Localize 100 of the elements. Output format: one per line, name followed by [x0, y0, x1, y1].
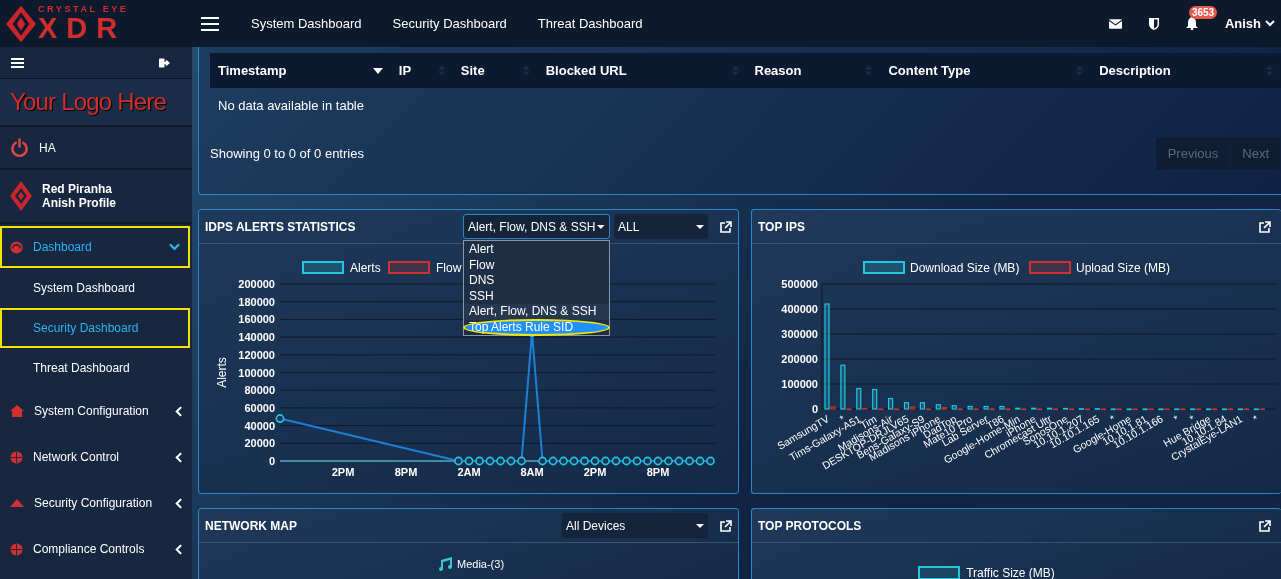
nav-link[interactable]: System Dashboard — [251, 16, 362, 31]
column-header[interactable]: Description — [1091, 63, 1281, 78]
data-point — [632, 456, 642, 466]
x-axis-tick: 8AM — [520, 466, 544, 478]
external-link-icon[interactable] — [720, 220, 732, 233]
nav-link[interactable]: Threat Dashboard — [537, 16, 643, 31]
column-header[interactable]: Blocked URL — [537, 63, 747, 78]
caret-icon — [696, 523, 704, 528]
legend-swatch[interactable] — [863, 261, 905, 274]
legend-swatch[interactable] — [302, 261, 344, 274]
chevron-left-icon — [175, 497, 182, 509]
submenu-item[interactable]: Threat Dashboard — [0, 348, 190, 388]
panel-title: TOP IPS — [758, 219, 806, 234]
globe-icon — [10, 542, 23, 556]
data-point — [695, 456, 705, 466]
sidebar-item-label: Dashboard — [33, 240, 93, 254]
empty-table-message: No data available in table — [217, 97, 365, 115]
y-axis-tick: 300000 — [781, 328, 818, 340]
y-axis-tick: 60000 — [244, 401, 275, 414]
x-axis-tick: 2AM — [457, 466, 481, 478]
x-axis-label: * — [1250, 412, 1261, 425]
y-axis-tick: 100000 — [781, 378, 818, 390]
column-label: Blocked URL — [545, 63, 627, 78]
column-header[interactable]: Reason — [746, 63, 881, 78]
y-axis-tick: 120000 — [238, 348, 275, 361]
x-axis-tick: 2PM — [331, 466, 355, 478]
sidebar-item-label: Network Control — [33, 450, 121, 464]
dropdown-option[interactable]: Alert — [464, 242, 609, 258]
logout-icon[interactable] — [159, 57, 170, 68]
sidebar-item-label: Security Configuration — [34, 496, 154, 510]
y-axis-tick: 140000 — [238, 331, 275, 344]
submenu-item[interactable]: Security Dashboard — [0, 308, 190, 348]
shield-icon[interactable] — [1148, 17, 1159, 30]
panel-title: IDPS ALERTS STATISTICS — [205, 219, 357, 234]
column-header[interactable]: IP — [390, 63, 453, 78]
sidebar-item[interactable]: Compliance Controls — [0, 526, 192, 572]
external-link-icon[interactable] — [1259, 519, 1271, 532]
chevron-down-icon — [1265, 20, 1275, 27]
data-point — [674, 456, 684, 466]
data-point — [454, 456, 463, 466]
sidebar-item[interactable]: Dashboard — [0, 226, 190, 268]
column-label: Reason — [754, 63, 802, 78]
x-axis-tick: 2PM — [583, 466, 607, 478]
legend-swatch[interactable] — [1029, 261, 1071, 274]
legend-label[interactable]: Traffic Size (MB) — [966, 566, 1055, 579]
column-header[interactable]: Content Type — [880, 63, 1092, 78]
external-link-icon[interactable] — [720, 519, 732, 532]
warning-icon — [10, 499, 24, 507]
column-header[interactable]: Timestamp — [210, 63, 391, 78]
bell-icon[interactable] — [1185, 17, 1198, 30]
logo-placeholder-text: Your Logo Here — [10, 88, 167, 116]
house-icon — [10, 405, 24, 417]
chevron-left-icon — [175, 405, 182, 417]
column-label: Description — [1099, 63, 1171, 78]
y-axis-tick: 180000 — [238, 295, 275, 308]
sidebar-item-label: Compliance Controls — [33, 542, 146, 556]
external-link-icon[interactable] — [1259, 220, 1271, 233]
logo-icon — [6, 4, 36, 43]
data-point — [685, 456, 694, 466]
y-axis-tick: 200000 — [781, 353, 818, 365]
type-select[interactable]: Alert, Flow, DNS & SSH — [463, 214, 610, 239]
legend-label[interactable]: Flow — [436, 261, 462, 275]
y-axis-tick: 80000 — [244, 384, 275, 397]
nav-link[interactable]: Security Dashboard — [392, 16, 507, 31]
data-point — [653, 456, 663, 466]
y-axis-tick: 0 — [268, 455, 275, 467]
sidebar-item-label: HA — [39, 140, 56, 155]
power-icon — [10, 138, 29, 157]
data-point — [496, 456, 505, 466]
device-select[interactable]: All Devices — [562, 513, 708, 538]
user-menu[interactable]: Anish — [1224, 16, 1275, 31]
legend-label[interactable]: Download Size (MB) — [910, 261, 1020, 275]
scope-select[interactable]: ALL — [614, 214, 708, 239]
caret-icon — [696, 224, 704, 229]
profile-name: Red Piranha — [42, 182, 114, 196]
node-label: Media-(3) — [457, 558, 505, 570]
sidebar-item[interactable]: Security Configuration — [0, 480, 192, 526]
sidebar-item[interactable]: System Configuration — [0, 388, 192, 434]
column-header[interactable]: Site — [452, 63, 538, 78]
data-point — [475, 456, 484, 466]
dropdown-option[interactable]: Flow — [464, 257, 609, 273]
dropdown-option[interactable]: SSH — [464, 288, 609, 304]
dropdown-option[interactable]: Alert, Flow, DNS & SSH — [464, 304, 609, 320]
column-label: Content Type — [888, 63, 971, 78]
legend-label[interactable]: Alerts — [350, 261, 381, 275]
data-point — [485, 456, 495, 466]
menu-icon[interactable] — [11, 57, 24, 68]
sidebar-item[interactable]: Network Control — [0, 434, 192, 480]
product-name: XDR — [38, 13, 128, 43]
submenu-item[interactable]: System Dashboard — [0, 268, 190, 308]
legend-label[interactable]: Upload Size (MB) — [1076, 261, 1171, 275]
legend-swatch[interactable] — [388, 261, 430, 274]
profile-subtitle: Anish Profile — [42, 196, 116, 210]
menu-icon[interactable] — [201, 16, 219, 31]
mail-icon[interactable] — [1108, 18, 1122, 29]
y-axis-tick: 500000 — [781, 278, 818, 290]
logo-icon — [10, 181, 32, 211]
data-point — [548, 456, 558, 466]
dropdown-option[interactable]: DNS — [464, 273, 609, 289]
legend-swatch[interactable] — [918, 566, 961, 579]
